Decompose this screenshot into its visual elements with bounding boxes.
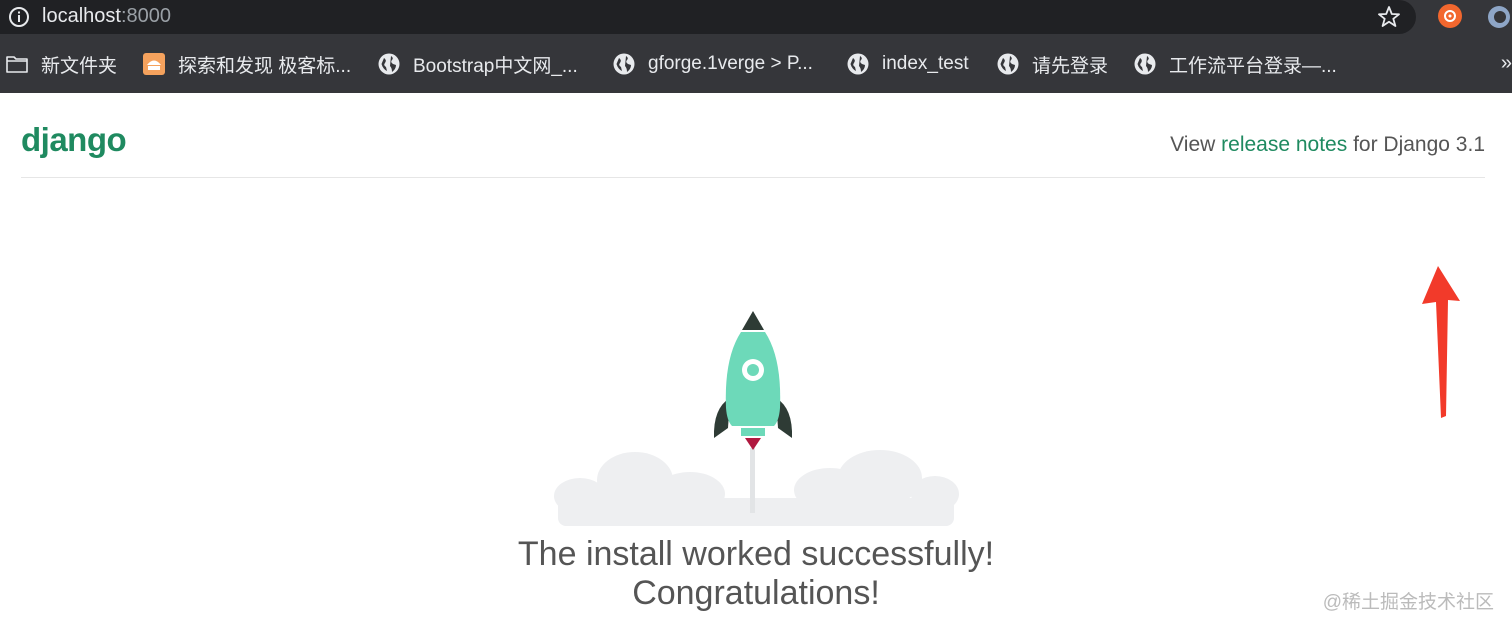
cloud-icon [554,450,959,526]
bookmark-star-icon[interactable] [1376,4,1402,30]
bookmark-item[interactable]: Bootstrap中文网_... [377,46,578,82]
django-welcome-page: django View release notes for Django 3.1 [0,93,1512,628]
bookmarks-bar: 新文件夹 探索和发现 极客标... Bootstrap中文网_... gforg… [0,46,1512,82]
release-notes-link[interactable]: release notes [1221,133,1347,156]
headline-line-1: The install worked successfully! [517,535,995,573]
url-text[interactable]: localhost:8000 [42,3,171,29]
rocket-illustration-icon [554,311,959,526]
django-logo[interactable]: django [21,121,127,159]
bookmark-item[interactable]: gforge.1verge > P... [612,46,813,82]
folder-icon [6,56,28,73]
extension-icon[interactable] [1438,4,1462,28]
bookmark-label: gforge.1verge > P... [648,53,813,74]
globe-icon [997,53,1019,75]
profile-extension-icon[interactable] [1486,4,1512,30]
bookmark-label: 请先登录 [1032,55,1109,77]
bookmark-label: 新文件夹 [41,55,118,77]
release-notes-line: View release notes for Django 3.1 [1170,133,1485,157]
watermark: @稀土掘金技术社区 [1322,592,1494,613]
url-port: :8000 [120,5,171,27]
more-bookmarks-button[interactable]: » [1501,52,1512,75]
bookmark-folder[interactable]: 新文件夹 [5,46,117,82]
success-message: The install worked successfully! Congrat… [0,535,1512,613]
bookmark-label: 探索和发现 极客标... [178,55,352,77]
bookmark-item[interactable]: 工作流平台登录—... [1133,46,1337,82]
annotation-arrow-icon [1422,266,1460,418]
site-logo-icon [143,53,165,75]
headline-line-2: Congratulations! [632,574,880,612]
globe-icon [1134,53,1156,75]
globe-icon [378,53,400,75]
info-icon[interactable] [8,6,30,28]
release-suffix: for Django 3.1 [1353,133,1485,156]
bookmark-item[interactable]: index_test [846,46,969,82]
bookmark-label: Bootstrap中文网_... [413,55,578,77]
globe-icon [847,53,869,75]
bookmark-label: index_test [882,53,969,74]
url-host: localhost [42,5,121,27]
release-prefix: View [1170,133,1216,156]
bookmark-item[interactable]: 请先登录 [996,46,1108,82]
globe-icon [613,53,635,75]
bookmark-label: 工作流平台登录—... [1169,55,1337,77]
header-divider [21,177,1485,178]
address-bar[interactable]: localhost:8000 [0,0,1416,34]
bookmark-item[interactable]: 探索和发现 极客标... [142,46,351,82]
browser-chrome: localhost:8000 新文件夹 探索和发现 极客标... Bootstr… [0,0,1512,93]
